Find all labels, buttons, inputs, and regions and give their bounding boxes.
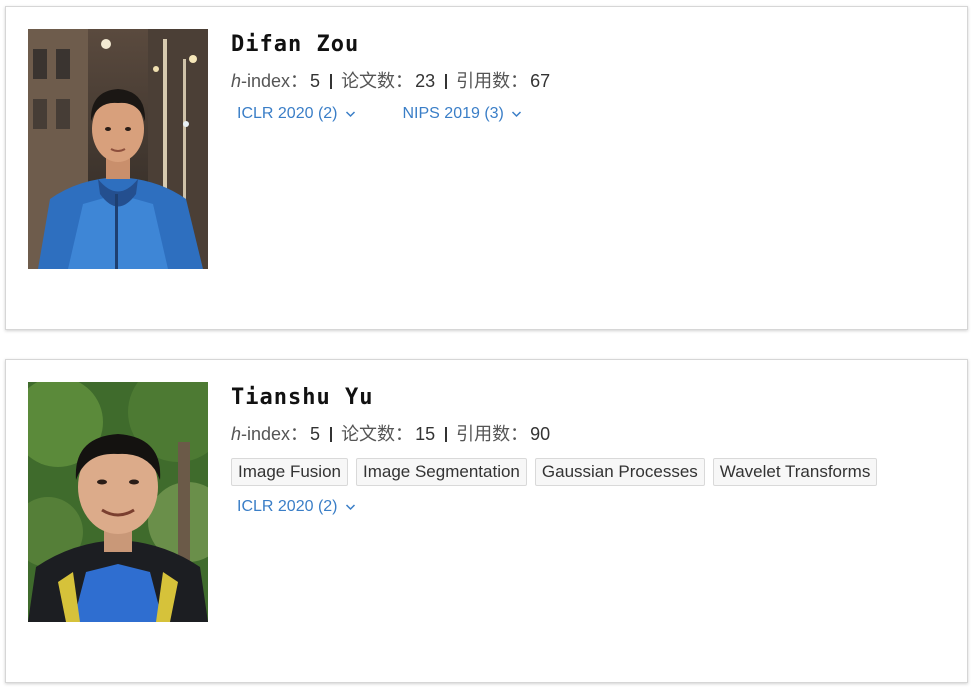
papers-label: 论文数：: [341, 71, 414, 91]
author-photo[interactable]: [28, 29, 208, 269]
author-name[interactable]: Difan Zou: [231, 29, 947, 61]
author-photo[interactable]: [28, 382, 208, 622]
conference-label: ICLR 2020 (2): [237, 105, 338, 122]
papers-label: 论文数：: [341, 424, 414, 444]
divider: [445, 73, 448, 89]
h-index-label: -index：: [241, 71, 309, 91]
author-card: Difan Zou h -index： 5 论文数： 23 引用数： 67 IC…: [5, 6, 968, 330]
conference-dropdown[interactable]: ICLR 2020 (2): [237, 496, 356, 518]
citations-value: 90: [530, 424, 551, 444]
papers-value: 15: [415, 424, 436, 444]
citations-value: 67: [530, 71, 551, 91]
h-index-label-prefix: h: [231, 71, 242, 91]
papers-value: 23: [415, 71, 436, 91]
author-stats: h -index： 5 论文数： 23 引用数： 67: [231, 69, 947, 93]
chevron-down-icon: [345, 111, 355, 118]
chevron-down-icon: [345, 504, 355, 511]
divider: [445, 426, 448, 442]
tag-list: Image Fusion Image Segmentation Gaussian…: [231, 458, 947, 486]
topic-tag[interactable]: Gaussian Processes: [534, 458, 705, 486]
author-stats: h -index： 5 论文数： 15 引用数： 90: [231, 422, 947, 446]
topic-tag[interactable]: Wavelet Transforms: [712, 458, 878, 486]
h-index-value: 5: [310, 424, 321, 444]
conference-dropdown[interactable]: ICLR 2020 (2): [237, 103, 356, 125]
author-name[interactable]: Tianshu Yu: [231, 382, 947, 414]
h-index-label: -index：: [241, 424, 309, 444]
author-card: Tianshu Yu h -index： 5 论文数： 15 引用数： 90 I…: [5, 359, 968, 683]
conference-dropdown[interactable]: NIPS 2019 (3): [403, 103, 522, 125]
topic-tag[interactable]: Image Fusion: [231, 458, 348, 486]
h-index-label-prefix: h: [231, 424, 242, 444]
conference-label: ICLR 2020 (2): [237, 498, 338, 515]
citations-label: 引用数：: [456, 71, 529, 91]
conference-list: ICLR 2020 (2): [231, 496, 947, 518]
h-index-value: 5: [310, 71, 321, 91]
divider: [330, 426, 333, 442]
conference-list: ICLR 2020 (2) NIPS 2019 (3): [231, 103, 947, 125]
citations-label: 引用数：: [456, 424, 529, 444]
topic-tag[interactable]: Image Segmentation: [356, 458, 527, 486]
chevron-down-icon: [511, 111, 521, 118]
conference-label: NIPS 2019 (3): [402, 105, 504, 122]
divider: [330, 73, 333, 89]
